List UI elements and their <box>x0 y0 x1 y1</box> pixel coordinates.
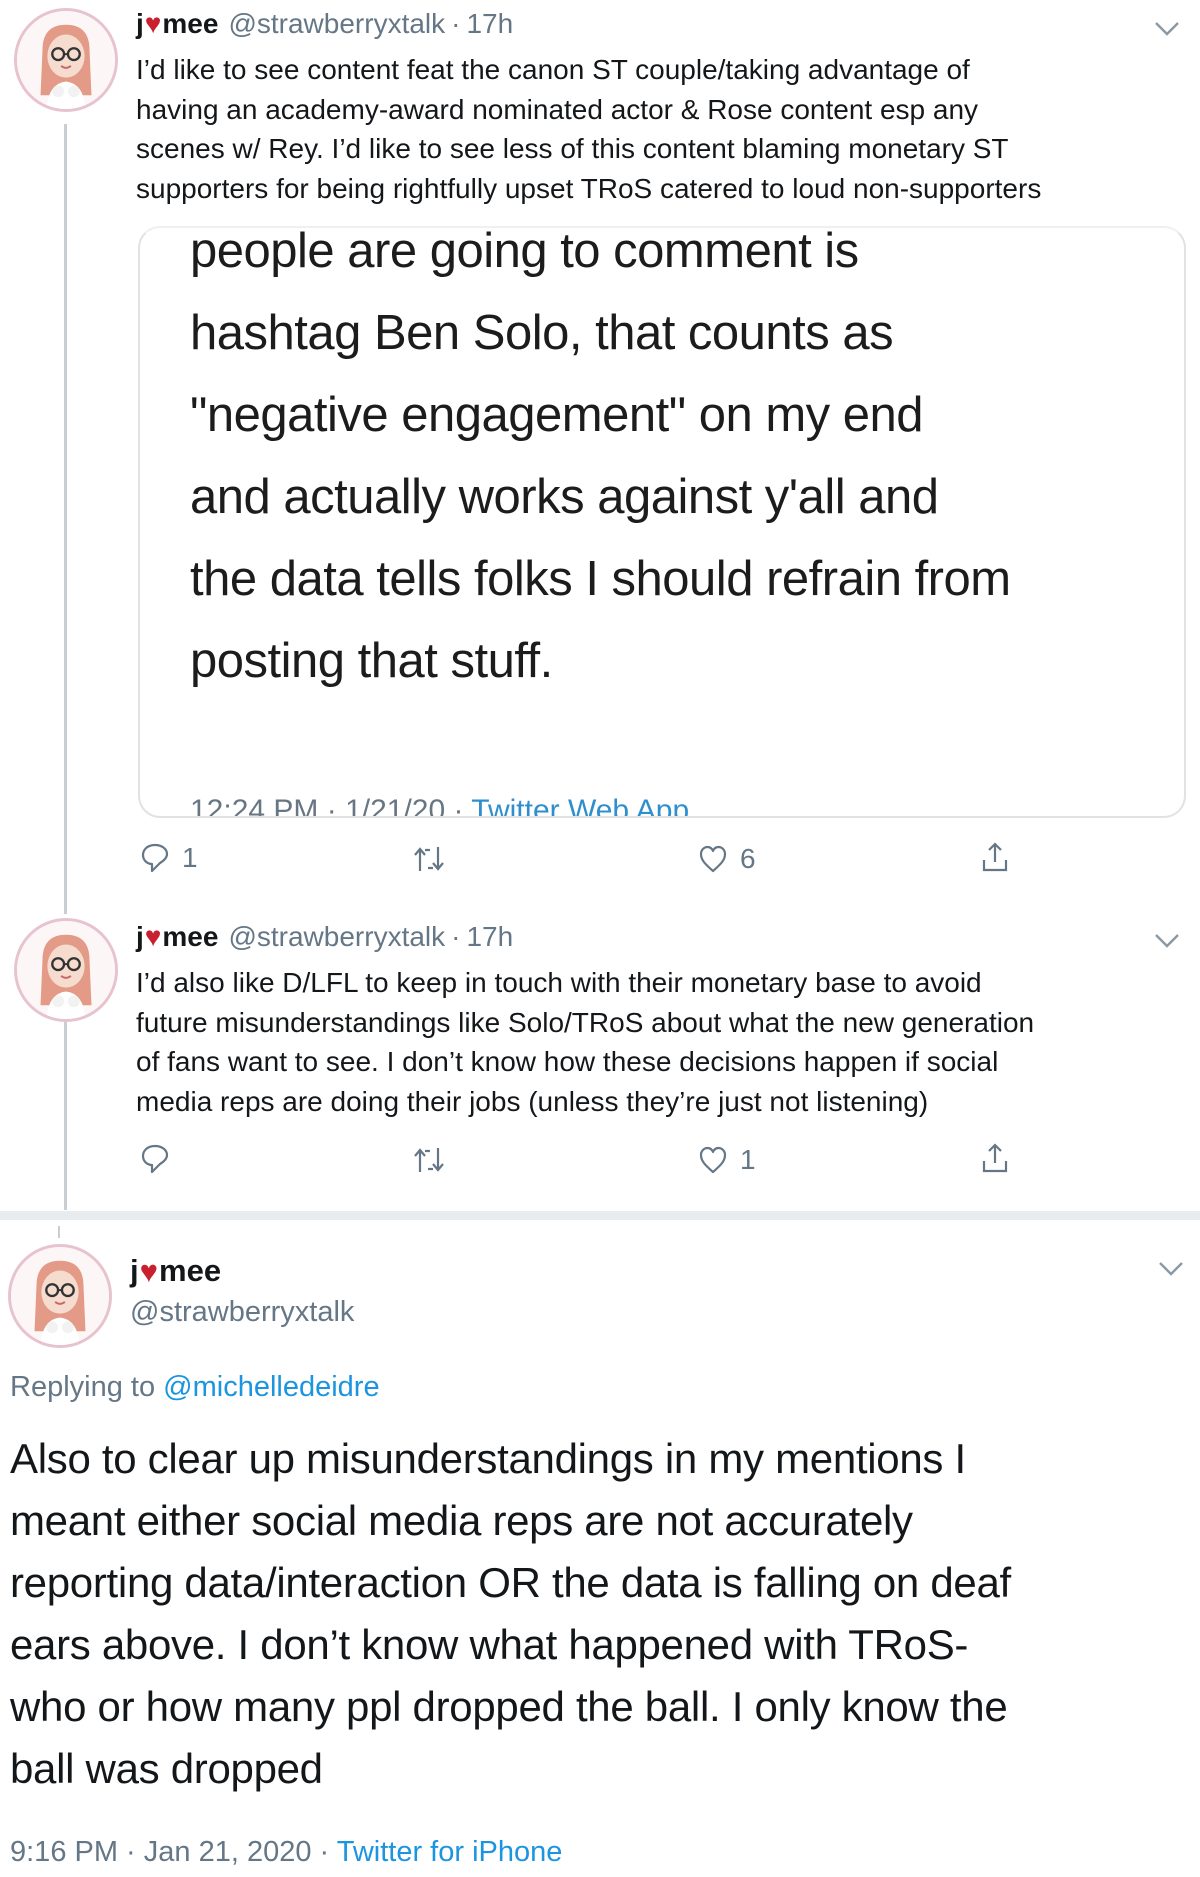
tweet-body-line: reporting data/interaction OR the data i… <box>10 1559 1011 1606</box>
tweet-body-line: Also to clear up misunderstandings in my… <box>10 1435 966 1482</box>
quoted-line: the data tells folks I should refrain fr… <box>190 552 1011 606</box>
reply-button[interactable]: 1 <box>140 842 198 874</box>
share-icon <box>982 1143 1008 1173</box>
timestamp[interactable]: 17h <box>466 8 513 40</box>
tweet-body-line: I’d also like D/LFL to keep in touch wit… <box>136 967 982 998</box>
tweet-body: Also to clear up misunderstandings in my… <box>10 1428 1011 1800</box>
avatar[interactable] <box>8 1244 112 1348</box>
tweet-body-line: who or how many ppl dropped the ball. I … <box>10 1683 1008 1730</box>
separator: · <box>451 8 461 39</box>
display-name[interactable]: j ♥ mee <box>136 921 218 953</box>
like-icon <box>699 845 727 873</box>
quoted-line: hashtag Ben Solo, that counts as <box>190 306 894 360</box>
reply-count: 1 <box>182 842 198 873</box>
quoted-tweet-source[interactable]: Twitter Web App <box>471 794 689 816</box>
handle[interactable]: @strawberryxtalk <box>228 8 445 40</box>
quoted-tweet-meta: 12:24 PM · 1/21/20 · Twitter Web App <box>190 794 689 818</box>
reply-icon <box>141 843 169 873</box>
display-name-prefix: j <box>136 921 144 952</box>
heart-emoji-icon: ♥ <box>144 921 162 952</box>
separator: · <box>451 921 461 952</box>
reply-icon <box>141 1144 169 1174</box>
tweet-body-line: I’d like to see content feat the canon S… <box>136 54 970 85</box>
display-name-suffix: mee <box>162 8 219 39</box>
tweet-body-line: supporters for being rightfully upset TR… <box>136 172 1042 204</box>
quoted-line: and actually works against y'all and <box>190 470 939 524</box>
chevron-down-icon[interactable] <box>1156 1258 1186 1280</box>
tweet-body-line: ball was dropped <box>10 1745 323 1792</box>
retweet-icon <box>414 847 444 871</box>
display-name[interactable]: j ♥ mee <box>136 8 218 40</box>
thread-line <box>64 1020 67 1210</box>
like-count: 6 <box>740 843 756 874</box>
avatar-image <box>17 11 115 109</box>
quoted-line: people are going to comment is <box>190 226 859 278</box>
heart-emoji-icon: ♥ <box>144 8 162 39</box>
like-button[interactable]: 6 <box>698 843 756 875</box>
display-name-prefix: j <box>136 8 144 39</box>
retweet-button[interactable] <box>412 1145 446 1175</box>
tweet-body-line: future misunderstandings like Solo/TRoS … <box>136 1006 1035 1038</box>
display-name-suffix: mee <box>162 921 219 952</box>
thread-line <box>64 124 67 914</box>
tweet-body-line: scenes w/ Rey. I’d like to see less of t… <box>136 133 1009 164</box>
share-button[interactable] <box>980 840 1010 874</box>
quoted-tweet-time: 12:24 PM · 1/21/20 · <box>190 794 472 818</box>
tweet-body-line: of fans want to see. I don’t know how th… <box>136 1046 999 1077</box>
display-name-prefix: j <box>130 1253 139 1288</box>
replying-to: Replying to @michelledeidre <box>10 1371 380 1404</box>
quoted-tweet-card[interactable]: people are going to comment is hashtag B… <box>138 226 1186 818</box>
tweet-body-line: ears above. I don’t know what happened w… <box>10 1621 969 1668</box>
quoted-line: posting that stuff. <box>190 634 553 688</box>
retweet-button[interactable] <box>412 844 446 874</box>
chevron-down-icon[interactable] <box>1152 930 1182 952</box>
like-count: 1 <box>740 1144 756 1175</box>
mention-link[interactable]: @michelledeidre <box>163 1371 379 1403</box>
tweet-body-line: meant either social media reps are not a… <box>10 1497 913 1544</box>
handle[interactable]: @strawberryxtalk <box>228 921 445 953</box>
thread-line <box>58 1226 60 1238</box>
section-divider <box>0 1211 1200 1220</box>
tweet-header: j ♥ mee @strawberryxtalk · 17h <box>136 8 513 40</box>
reply-button[interactable] <box>140 1143 182 1175</box>
tweet-body: I’d like to see content feat the canon S… <box>136 50 1041 208</box>
replying-to-label: Replying to <box>10 1371 164 1403</box>
share-button[interactable] <box>980 1141 1010 1175</box>
quoted-tweet-text: people are going to comment is hashtag B… <box>190 226 1011 702</box>
timestamp[interactable]: 17h <box>466 921 513 953</box>
retweet-icon <box>414 1148 444 1172</box>
tweet-header: j ♥ mee @strawberryxtalk · 17h <box>136 921 513 953</box>
tweet-footer: 9:16 PM · Jan 21, 2020 · Twitter for iPh… <box>10 1836 562 1869</box>
heart-emoji-icon: ♥ <box>139 1253 159 1289</box>
avatar[interactable] <box>14 918 118 1022</box>
quoted-line: "negative engagement" on my end <box>190 388 924 442</box>
handle[interactable]: @strawberryxtalk <box>130 1296 354 1329</box>
like-button[interactable]: 1 <box>698 1144 756 1176</box>
display-name[interactable]: j ♥ mee <box>130 1253 221 1289</box>
avatar-image <box>11 1247 109 1345</box>
like-icon <box>699 1146 727 1174</box>
avatar-image <box>17 921 115 1019</box>
share-icon <box>982 842 1008 872</box>
tweet-body-line: media reps are doing their jobs (unless … <box>136 1085 929 1117</box>
tweet-source[interactable]: Twitter for iPhone <box>337 1836 563 1868</box>
display-name-suffix: mee <box>159 1253 222 1288</box>
tweet-body-line: having an academy-award nominated actor … <box>136 93 979 125</box>
avatar[interactable] <box>14 8 118 112</box>
tweet-datetime[interactable]: 9:16 PM · Jan 21, 2020 · <box>10 1836 337 1868</box>
tweet-body: I’d also like D/LFL to keep in touch wit… <box>136 963 1034 1121</box>
chevron-down-icon[interactable] <box>1152 18 1182 40</box>
